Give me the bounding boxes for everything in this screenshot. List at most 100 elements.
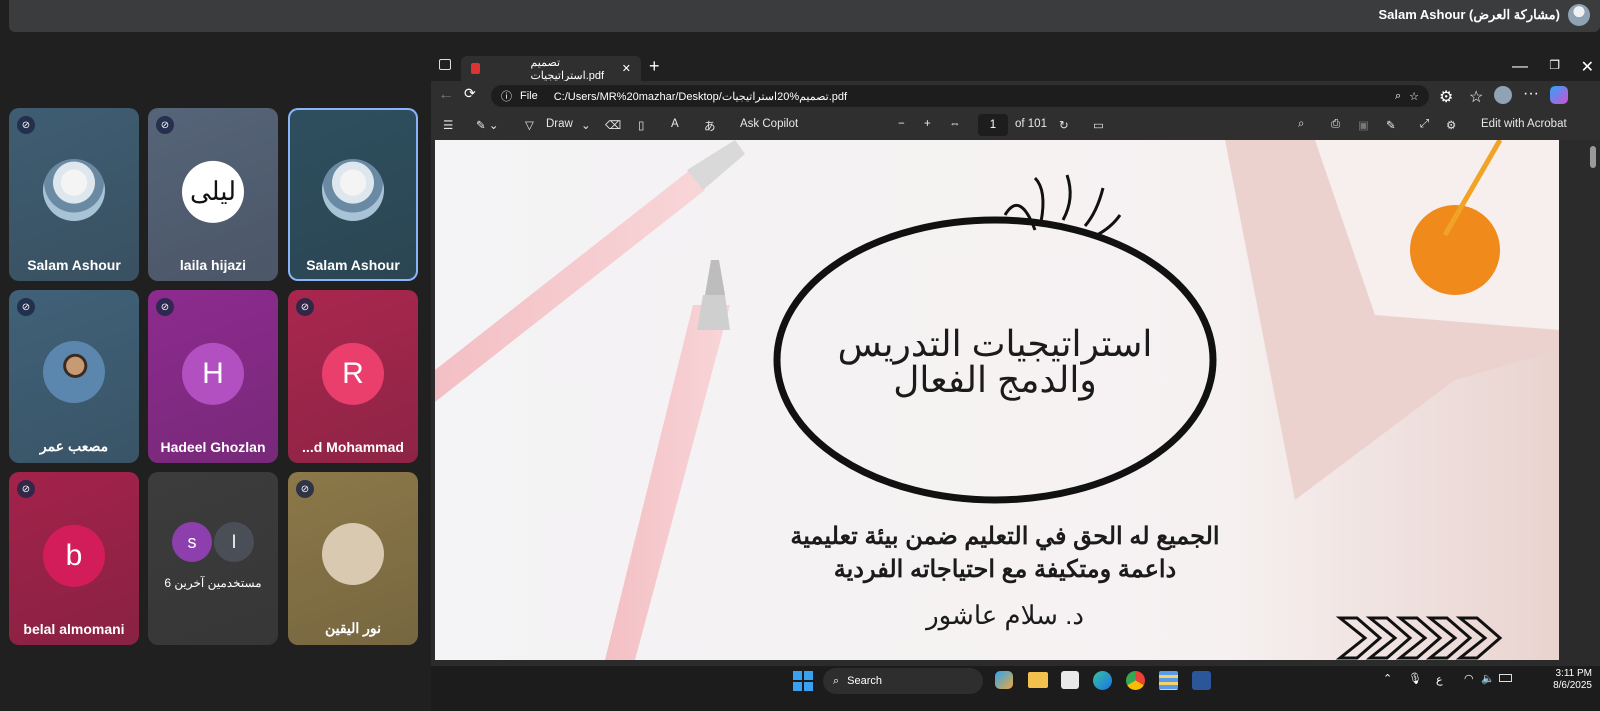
refresh-icon[interactable]: ⟳ — [464, 85, 476, 102]
edge-icon[interactable] — [1093, 671, 1112, 690]
draw-button[interactable]: Draw — [546, 118, 573, 130]
participant-tile[interactable]: ⊘ b belal almomani — [9, 472, 139, 645]
avatar: H — [182, 342, 244, 405]
avatar — [322, 158, 384, 221]
word-icon[interactable] — [1192, 671, 1211, 690]
slide-title-line1: استراتيجيات التدريس — [837, 323, 1153, 364]
tab-pdf[interactable]: تصميم استراتيجيات.pdf ✕ — [461, 56, 641, 82]
participant-name: ...d Mohammad — [302, 439, 404, 455]
store-icon[interactable] — [1061, 671, 1079, 689]
mic-off-icon: ⊘ — [17, 480, 35, 498]
participant-name: Hadeel Ghozlan — [160, 439, 266, 455]
favorites-icon[interactable]: ☆ — [1469, 87, 1483, 107]
start-icon[interactable] — [793, 671, 813, 691]
slide-subtitle: الجميع له الحق في التعليم ضمن بيئة تعليم… — [735, 520, 1275, 586]
scrollbar[interactable] — [1586, 140, 1600, 660]
language-indicator[interactable]: ع — [1436, 673, 1443, 686]
page-view-icon[interactable]: ▭ — [1093, 118, 1104, 132]
file-explorer-icon[interactable] — [1028, 672, 1048, 688]
new-tab-icon[interactable]: + — [649, 56, 660, 77]
contents-icon[interactable]: ☰ — [443, 118, 453, 132]
presenter-indicator: Salam Ashour (مشاركة العرض) — [1378, 0, 1590, 30]
avatar: s — [172, 522, 212, 562]
mic-off-icon: ⊘ — [156, 116, 174, 134]
avatar — [322, 522, 384, 585]
participant-tile[interactable]: ⊘ مصعب عمر — [9, 290, 139, 463]
settings-icon[interactable]: ⚙ — [1446, 118, 1456, 132]
ask-copilot-button[interactable]: Ask Copilot — [740, 118, 798, 130]
copilot-icon[interactable] — [1550, 86, 1568, 104]
minimize-icon[interactable]: — — [1512, 58, 1528, 76]
avatar — [43, 158, 105, 221]
participant-tile[interactable]: ⊘ Salam Ashour — [9, 108, 139, 281]
clock-time: 3:11 PM — [1555, 668, 1593, 679]
clock[interactable]: 3:11 PM 8/6/2025 — [1553, 668, 1592, 692]
participant-tile[interactable]: Salam Ashour — [288, 108, 418, 281]
mic-off-icon: ⊘ — [156, 298, 174, 316]
chrome-icon[interactable] — [1126, 671, 1145, 690]
profile-icon[interactable] — [1494, 86, 1512, 104]
app-icon[interactable] — [1159, 671, 1178, 690]
battery-icon[interactable] — [1499, 674, 1512, 682]
participant-tile[interactable]: sl 6 مستخدمين آخرين — [148, 472, 278, 645]
url-text: C:/Users/MR%20mazhar/Desktop/تصميم%20است… — [553, 90, 848, 103]
microphone-icon[interactable]: 🎙 — [1408, 672, 1422, 685]
print-icon[interactable]: ⎙ — [1331, 118, 1340, 131]
participant-name: Salam Ashour — [306, 257, 400, 273]
others-avatars: sl — [172, 522, 254, 562]
tab-title: تصميم استراتيجيات.pdf — [530, 56, 605, 82]
copilot-app-icon[interactable] — [995, 671, 1013, 689]
read-aloud-icon[interactable]: A — [671, 118, 679, 130]
draw-dropdown-icon[interactable]: ⌄ — [581, 118, 591, 132]
avatar — [43, 340, 105, 403]
url-field[interactable]: ⓘ File C:/Users/MR%20mazhar/Desktop/تصمي… — [491, 85, 1429, 107]
save-icon[interactable]: ▣ — [1358, 118, 1369, 132]
close-window-icon[interactable]: ✕ — [1581, 57, 1594, 77]
find-icon[interactable]: ⌕ — [1298, 118, 1304, 131]
zoom-out-icon[interactable]: − — [898, 118, 905, 130]
participant-tile[interactable]: ⊘ ليلى laila hijazi — [148, 108, 278, 281]
page-number-input[interactable]: 1 — [978, 114, 1008, 136]
close-tab-icon[interactable]: ✕ — [622, 62, 631, 75]
participant-name: نور اليقين — [324, 620, 382, 636]
mic-off-icon: ⊘ — [17, 116, 35, 134]
taskbar-search[interactable]: ⌕ Search — [823, 668, 983, 694]
slide-subtitle-line2: داعمة ومتكيفة مع احتياجاته الفردية — [833, 556, 1177, 583]
draw-icon[interactable]: ▽ — [525, 118, 534, 132]
save-as-icon[interactable]: ✎ — [1386, 118, 1396, 132]
address-bar: ← ⟳ ⓘ File C:/Users/MR%20mazhar/Desktop/… — [431, 81, 1600, 111]
slide-title: استراتيجيات التدريس والدمج الفعال — [795, 326, 1195, 398]
presenter-label: Salam Ashour (مشاركة العرض) — [1378, 7, 1560, 22]
avatar: R — [322, 342, 384, 405]
zoom-icon[interactable]: ⌕ — [1395, 90, 1401, 103]
rotate-icon[interactable]: ↻ — [1059, 118, 1069, 132]
avatar: b — [43, 524, 105, 587]
fullscreen-icon[interactable]: ⤢ — [1420, 118, 1429, 131]
participant-name: belal almomani — [23, 621, 125, 637]
favorite-icon[interactable]: ☆ — [1409, 90, 1419, 103]
file-label: File — [520, 90, 538, 102]
pdf-toolbar: ☰ ✎ ⌄ ▽ Draw ⌄ ⌫ ▯ A あ Ask Copilot − + ⇔… — [431, 111, 1600, 140]
participant-tile[interactable]: ⊘ نور اليقين — [288, 472, 418, 645]
view-icon[interactable]: ▯ — [638, 118, 644, 132]
info-icon: ⓘ — [501, 91, 512, 103]
edit-with-acrobat-button[interactable]: Edit with Acrobat — [1481, 118, 1567, 130]
taskbar: ⌕ Search ⌃ 🎙 ع ◠ 🔈 3:11 PM 8/6/2025 — [431, 666, 1600, 711]
scrollbar-thumb[interactable] — [1590, 146, 1596, 168]
sidebar-toggle-icon[interactable] — [439, 59, 451, 70]
participant-tile[interactable]: ⊘ H Hadeel Ghozlan — [148, 290, 278, 463]
avatar: ليلى — [182, 160, 244, 223]
restore-icon[interactable]: ❐ — [1549, 58, 1560, 72]
erase-icon[interactable]: ⌫ — [605, 118, 621, 132]
fit-page-icon[interactable]: ⇔ — [949, 118, 961, 130]
highlight-icon[interactable]: ✎ ⌄ — [476, 118, 498, 132]
translate-icon[interactable]: あ — [704, 118, 716, 134]
participant-tile[interactable]: ⊘ R ...d Mohammad — [288, 290, 418, 463]
back-icon[interactable]: ← — [438, 86, 454, 104]
extensions-icon[interactable]: ⚙ — [1439, 87, 1453, 107]
zoom-in-icon[interactable]: + — [924, 118, 931, 130]
more-icon[interactable]: ··· — [1523, 85, 1539, 103]
wifi-icon[interactable]: ◠ — [1464, 672, 1474, 685]
volume-icon[interactable]: 🔈 — [1481, 672, 1495, 685]
tray-chevron-icon[interactable]: ⌃ — [1383, 672, 1392, 685]
